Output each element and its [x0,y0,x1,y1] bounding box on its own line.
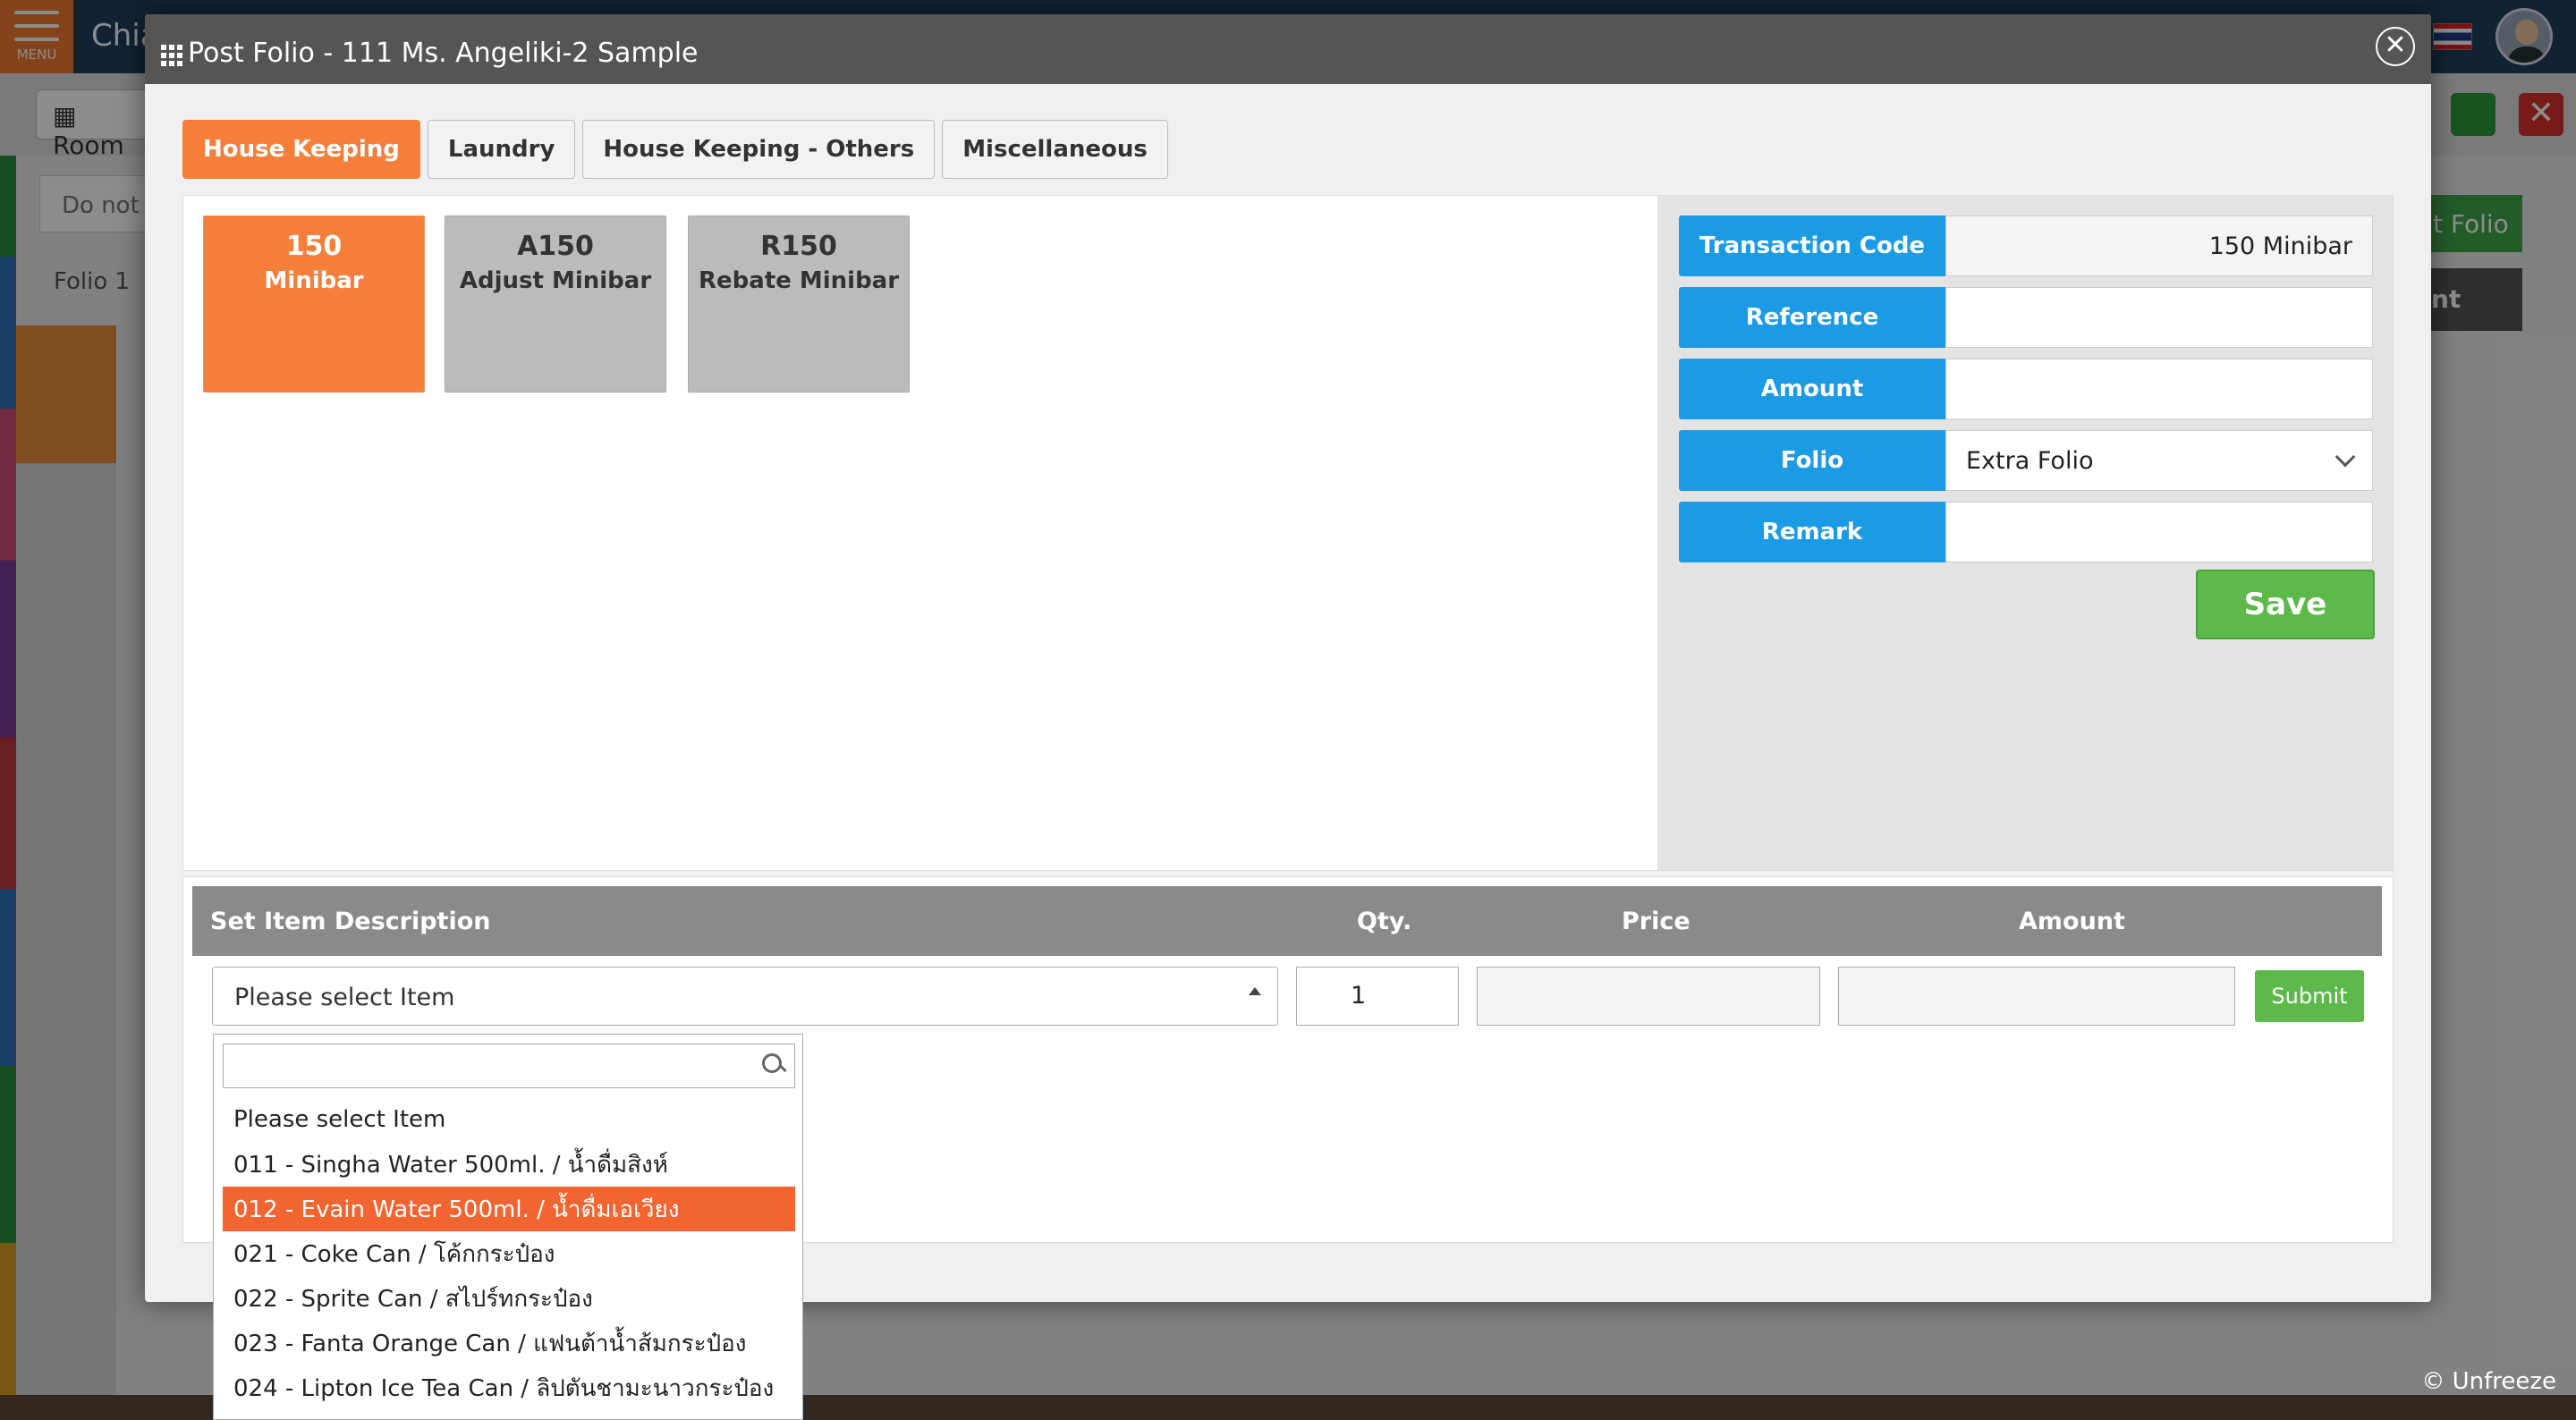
submit-button[interactable]: Submit [2255,970,2364,1022]
folio-label: Folio [1679,430,1945,491]
chevron-down-icon [2334,446,2356,468]
folio-select[interactable]: Extra Folio [1945,430,2373,491]
code-tile-code: A150 [517,231,594,262]
folio-row: Folio Extra Folio [1679,430,2373,491]
posting-panel: 150 Minibar A150 Adjust Minibar R150 Reb… [182,195,2394,871]
tab-house-keeping[interactable]: House Keeping [182,120,420,179]
transaction-code-grid: 150 Minibar A150 Adjust Minibar R150 Reb… [183,196,1657,870]
close-icon[interactable]: ✕ [2376,27,2415,66]
code-tile-name: Rebate Minibar [698,267,900,294]
col-qty-header: Qty. [1357,908,1412,935]
modal-header: Post Folio - 111 Ms. Angeliki-2 Sample ✕ [145,14,2431,84]
col-price-header: Price [1622,908,1690,935]
transaction-code-label: Transaction Code [1679,216,1945,276]
code-tile-name: Minibar [264,267,364,294]
tab-miscellaneous[interactable]: Miscellaneous [942,120,1168,179]
remark-field[interactable] [1945,502,2373,562]
caret-up-icon [1249,987,1261,995]
search-icon [762,1053,785,1077]
dropdown-option[interactable]: 024 - Lipton Ice Tea Can / ลิปตันชามะนาว… [223,1365,795,1410]
folio-select-value: Extra Folio [1966,446,2094,475]
code-tile-a150[interactable]: A150 Adjust Minibar [445,216,666,393]
code-tile-r150[interactable]: R150 Rebate Minibar [688,216,910,393]
reference-field[interactable] [1945,287,2373,348]
remark-row: Remark [1679,502,2373,562]
transaction-code-row: Transaction Code 150 Minibar [1679,216,2373,276]
item-dropdown: Please select Item 011 - Singha Water 50… [213,1034,803,1420]
grid-icon [161,45,182,66]
col-description-header: Set Item Description [210,908,491,935]
dropdown-option[interactable]: Please select Item [223,1097,795,1142]
tab-house-keeping-others[interactable]: House Keeping - Others [582,120,936,179]
remark-label: Remark [1679,502,1945,562]
code-tile-code: R150 [760,231,837,262]
dropdown-option-highlighted[interactable]: 012 - Evain Water 500ml. / น้ำดื่มเอเวีย… [223,1187,795,1231]
modal-title: Post Folio - 111 Ms. Angeliki-2 Sample [188,38,699,69]
tab-laundry[interactable]: Laundry [427,120,576,179]
price-field [1477,967,1820,1026]
code-tile-150[interactable]: 150 Minibar [203,216,425,393]
posting-form: Transaction Code 150 Minibar Reference A… [1657,196,2393,870]
dropdown-option[interactable]: 023 - Fanta Orange Can / แฟนต้าน้ำส้มกระ… [223,1321,795,1365]
unfreeze-label[interactable]: © Unfreeze [2421,1368,2556,1395]
reference-label: Reference [1679,287,1945,348]
dropdown-option[interactable]: 011 - Singha Water 500ml. / น้ำดื่มสิงห์ [223,1142,795,1187]
item-select-value: Please select Item [234,984,455,1011]
amount-field[interactable] [1945,359,2373,419]
code-tile-code: 150 [285,231,343,262]
dropdown-search-input[interactable] [223,1044,795,1088]
item-select[interactable]: Please select Item [212,967,1278,1026]
amount-row: Amount [1679,359,2373,419]
code-tile-name: Adjust Minibar [459,267,652,294]
qty-input[interactable]: 1 [1296,967,1459,1026]
amount-label: Amount [1679,359,1945,419]
dropdown-option[interactable]: 021 - Coke Can / โค้กกระป๋อง [223,1231,795,1276]
amount-total-field [1838,967,2235,1026]
dropdown-options: Please select Item 011 - Singha Water 50… [223,1097,795,1410]
category-tabs: House Keeping Laundry House Keeping - Ot… [182,120,1168,179]
reference-row: Reference [1679,287,2373,348]
col-amount-header: Amount [2019,908,2125,935]
items-table-header: Set Item Description Qty. Price Amount [192,886,2382,956]
dropdown-option[interactable]: 022 - Sprite Can / สไปร์ทกระป๋อง [223,1276,795,1321]
save-button[interactable]: Save [2196,570,2375,639]
transaction-code-field: 150 Minibar [1945,216,2373,276]
